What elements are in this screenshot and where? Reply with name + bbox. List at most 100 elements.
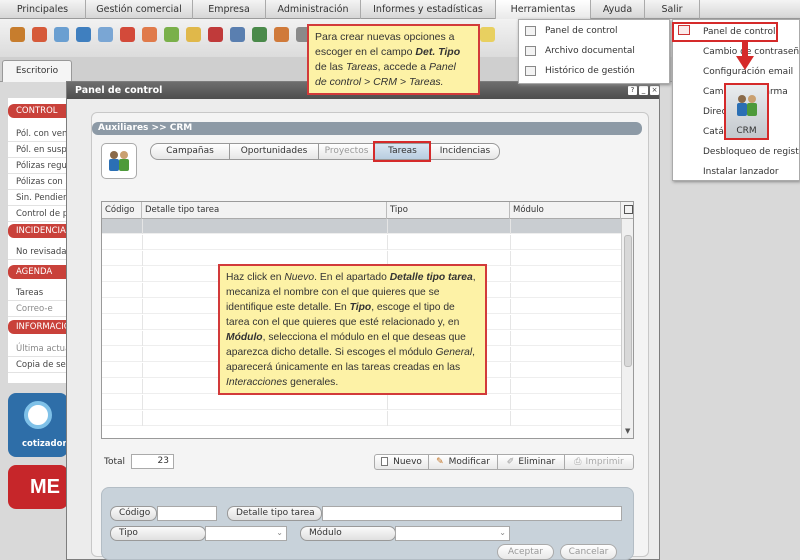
crm-module-icon: [101, 143, 137, 179]
toolbar-icon[interactable]: [54, 27, 69, 42]
chevron-down-icon: ⌄: [499, 528, 506, 537]
menu-administracion[interactable]: Administración: [266, 0, 361, 19]
red-arrow-icon: [736, 42, 754, 70]
eliminar-label: Eliminar: [518, 457, 556, 467]
new-document-icon: [381, 457, 389, 466]
modulo-select[interactable]: ⌄: [395, 526, 510, 541]
callout-instructions-top: Para crear nuevas opciones a escoger en …: [307, 24, 480, 95]
menu-item-label: Archivo documental: [545, 46, 635, 56]
callout-line: de control > CRM > Tareas.: [315, 76, 444, 88]
nuevo-button[interactable]: Nuevo: [374, 454, 429, 470]
toolbar-icon[interactable]: [120, 27, 135, 42]
toolbar-icon[interactable]: [230, 27, 245, 42]
sidebar-header-control: CONTROL: [8, 104, 68, 118]
sidebar-item[interactable]: Sin. Pendientes: [8, 190, 68, 206]
toolbar-icon[interactable]: [252, 27, 267, 42]
toolbar-icon[interactable]: [186, 27, 201, 42]
history-icon: [525, 66, 536, 76]
column-tipo[interactable]: Tipo: [387, 202, 510, 219]
toolbar-icon[interactable]: [480, 27, 495, 42]
scroll-down-icon[interactable]: ▼: [625, 427, 630, 435]
column-picker-icon[interactable]: [624, 205, 633, 214]
printer-icon: ⎙: [574, 457, 582, 467]
submenu-item[interactable]: Instalar lanzador: [673, 162, 799, 182]
menu-salir[interactable]: Salir: [645, 0, 700, 19]
menu-item-historico[interactable]: Histórico de gestión: [519, 62, 669, 80]
sidebar-item[interactable]: Tareas: [8, 285, 68, 301]
toolbar-icon[interactable]: [98, 27, 113, 42]
grid-scrollbar[interactable]: ▼: [621, 219, 633, 438]
help-icon[interactable]: ?: [628, 86, 637, 95]
detalle-label: Detalle tipo tarea: [227, 506, 322, 521]
modificar-button[interactable]: ✎ Modificar: [428, 454, 498, 470]
modificar-label: Modificar: [448, 457, 490, 467]
pencil-icon: ✎: [436, 457, 444, 467]
eraser-icon: ✐: [506, 457, 515, 467]
close-icon[interactable]: ×: [650, 86, 659, 95]
aceptar-button[interactable]: Aceptar: [497, 544, 554, 560]
column-codigo[interactable]: Código: [102, 202, 142, 219]
table-row[interactable]: [102, 395, 621, 410]
toolbar-icon[interactable]: [142, 27, 157, 42]
table-row[interactable]: [102, 411, 621, 426]
tipo-select[interactable]: ⌄: [205, 526, 287, 541]
tab-campanas[interactable]: Campañas: [150, 143, 230, 160]
sidebar-item[interactable]: Última actualización: [8, 341, 68, 357]
imprimir-button[interactable]: ⎙ Imprimir: [564, 454, 634, 470]
column-detalle-tipo-tarea[interactable]: Detalle tipo tarea: [142, 202, 387, 219]
imprimir-label: Imprimir: [585, 457, 624, 467]
crm-tile[interactable]: CRM: [724, 83, 769, 140]
toolbar-icon[interactable]: [10, 27, 25, 42]
sidebar-item[interactable]: No revisadas: [8, 244, 68, 260]
edit-form: [101, 487, 634, 560]
highlight-tareas-tab: [373, 141, 431, 162]
modulo-label: Módulo: [300, 526, 396, 541]
sidebar-item[interactable]: Pól. con vencimiento: [8, 126, 68, 142]
sidebar-item[interactable]: Control de pagos: [8, 206, 68, 222]
toolbar-icon[interactable]: [274, 27, 289, 42]
toolbar-icon[interactable]: [76, 27, 91, 42]
chevron-down-icon: ⌄: [276, 528, 283, 537]
sidebar-item[interactable]: Copia de seguridad: [8, 357, 68, 373]
menu-ayuda[interactable]: Ayuda: [591, 0, 645, 19]
codigo-input[interactable]: [157, 506, 217, 521]
menu-item-archivo-documental[interactable]: Archivo documental: [519, 42, 669, 60]
sidebar-item[interactable]: Pól. en suspenso: [8, 142, 68, 158]
tab-incidencias[interactable]: Incidencias: [430, 143, 500, 160]
table-row[interactable]: [102, 219, 621, 234]
submenu-item[interactable]: Desbloqueo de registro: [673, 142, 799, 162]
toolbar-icon[interactable]: [164, 27, 179, 42]
menu-gestion-comercial[interactable]: Gestión comercial: [86, 0, 193, 19]
callout-instructions-mid: Haz click en Nuevo. En el apartado Detal…: [218, 264, 487, 395]
cancelar-button[interactable]: Cancelar: [560, 544, 617, 560]
eliminar-button[interactable]: ✐ Eliminar: [497, 454, 565, 470]
sidebar-item[interactable]: Correo-e: [8, 301, 68, 317]
menu-principales[interactable]: Principales: [0, 0, 86, 19]
menu-herramientas[interactable]: Herramientas: [496, 0, 591, 19]
tab-escritorio[interactable]: Escritorio: [2, 60, 72, 82]
detalle-input[interactable]: [322, 506, 622, 521]
nuevo-label: Nuevo: [393, 457, 422, 467]
minimize-icon[interactable]: _: [639, 86, 648, 95]
toolbar-icon[interactable]: [32, 27, 47, 42]
tipo-label: Tipo: [110, 526, 206, 541]
sidebar-item[interactable]: Pólizas regularizadas: [8, 158, 68, 174]
tab-oportunidades[interactable]: Oportunidades: [229, 143, 319, 160]
menu-item-label: Histórico de gestión: [545, 66, 635, 76]
cotizador-tile[interactable]: cotizador: [8, 393, 68, 457]
table-row[interactable]: [102, 235, 621, 250]
menu-item-panel-control[interactable]: Panel de control: [519, 22, 669, 40]
sidebar: CONTROL Pól. con vencimiento Pól. en sus…: [8, 98, 68, 383]
toolbar-icon[interactable]: [208, 27, 223, 42]
crm-people-icon: [737, 95, 757, 116]
cotizador-label: cotizador: [22, 439, 67, 449]
codigo-label: Código: [110, 506, 157, 521]
brand-tile[interactable]: ME: [8, 465, 68, 509]
menu-informes[interactable]: Informes y estadísticas: [361, 0, 496, 19]
sidebar-item[interactable]: Pólizas con siniestro: [8, 174, 68, 190]
tab-proyectos[interactable]: Proyectos: [318, 143, 375, 160]
menu-empresa[interactable]: Empresa: [193, 0, 266, 19]
scrollbar-thumb[interactable]: [624, 235, 632, 367]
callout-line: Para crear nuevas opciones a: [315, 31, 455, 43]
column-modulo[interactable]: Módulo: [510, 202, 621, 219]
